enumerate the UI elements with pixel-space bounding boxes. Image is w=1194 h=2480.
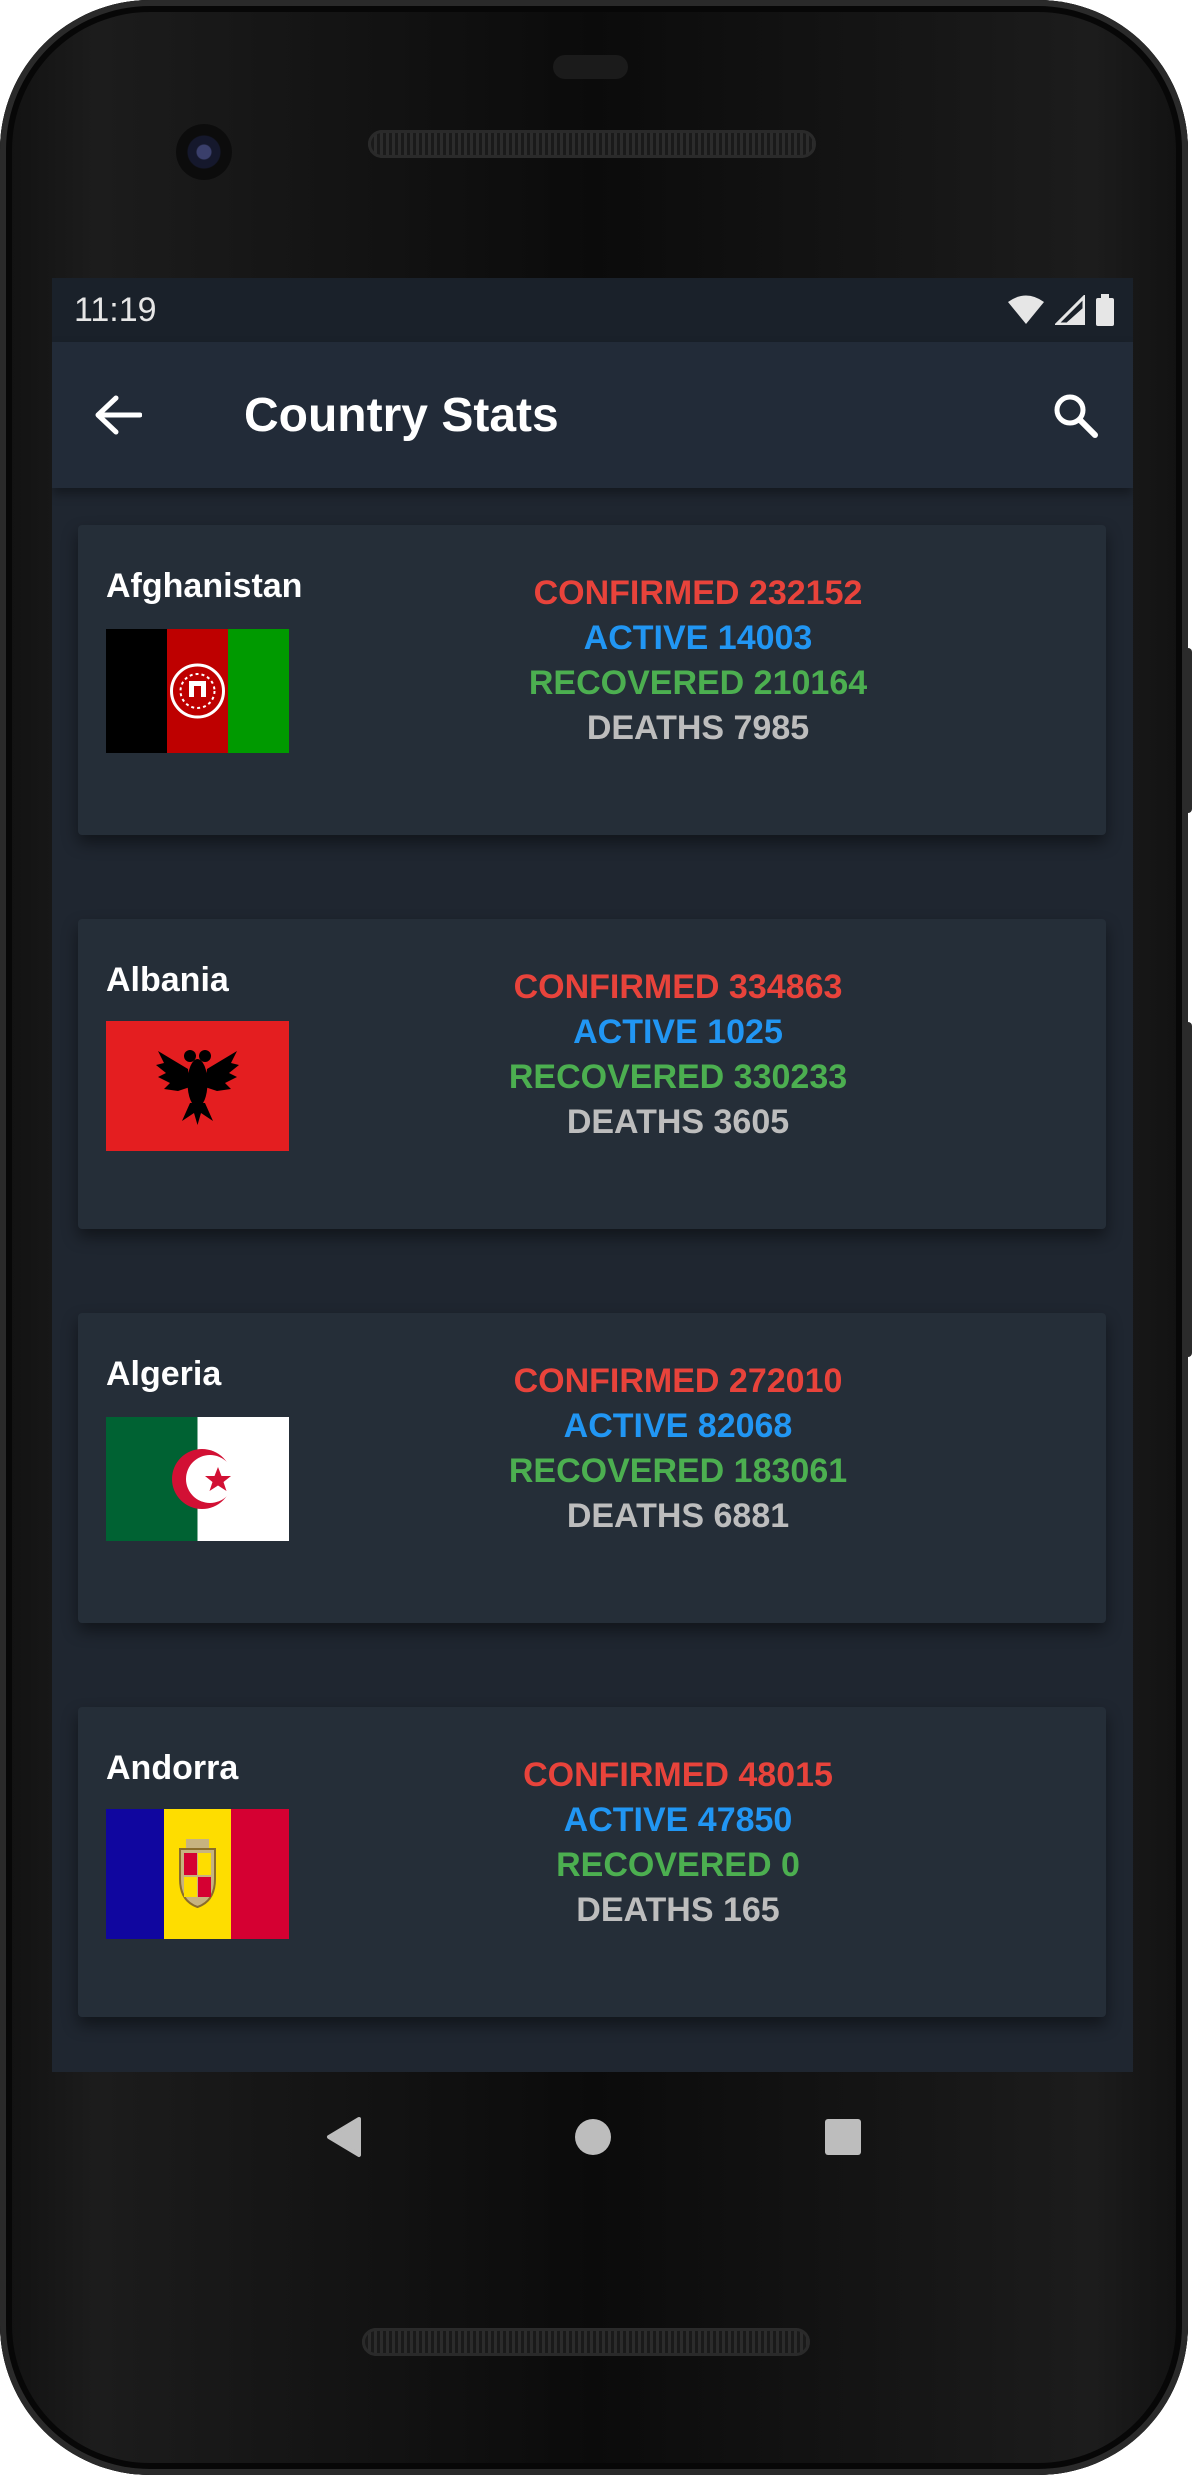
afghanistan-flag-icon bbox=[106, 629, 289, 753]
recovered-count: RECOVERED 183061 bbox=[508, 1452, 848, 1490]
active-count: ACTIVE 82068 bbox=[563, 1407, 793, 1445]
search-icon bbox=[1054, 394, 1098, 438]
earpiece-speaker bbox=[368, 130, 816, 158]
nav-recents-icon[interactable] bbox=[823, 2117, 863, 2157]
active-count: ACTIVE 1025 bbox=[573, 1013, 783, 1051]
status-icons bbox=[1007, 294, 1115, 326]
country-card-algeria[interactable]: Algeria CONFIRMED 272010 ACTIVE 82068 RE… bbox=[78, 1313, 1106, 1623]
active-count: ACTIVE 14003 bbox=[583, 619, 813, 657]
recovered-count: RECOVERED 330233 bbox=[508, 1058, 848, 1096]
phone-frame: 11:19 Country Stats Afghanistan CONFIRME… bbox=[0, 0, 1192, 2475]
confirmed-count: CONFIRMED 48015 bbox=[523, 1756, 833, 1794]
andorra-flag-icon bbox=[106, 1809, 289, 1939]
arrow-back-icon bbox=[95, 395, 142, 435]
status-bar: 11:19 bbox=[52, 278, 1133, 342]
navigation-bar bbox=[52, 2072, 1133, 2202]
country-stats: CONFIRMED 48015 ACTIVE 47850 RECOVERED 0… bbox=[478, 1753, 878, 1933]
nav-home-icon[interactable] bbox=[573, 2117, 613, 2157]
battery-icon bbox=[1096, 294, 1114, 326]
country-name: Algeria bbox=[106, 1355, 222, 1393]
deaths-count: DEATHS 7985 bbox=[586, 709, 810, 747]
top-sensor bbox=[553, 55, 628, 79]
nav-back-icon[interactable] bbox=[323, 2115, 363, 2159]
search-button[interactable] bbox=[1051, 391, 1099, 439]
country-name: Andorra bbox=[106, 1749, 239, 1787]
wifi-icon bbox=[1008, 295, 1044, 324]
country-card-afghanistan[interactable]: Afghanistan CONFIRMED 232152 ACTIVE 1400 bbox=[78, 525, 1106, 835]
active-count: ACTIVE 47850 bbox=[563, 1801, 793, 1839]
country-list[interactable]: Afghanistan CONFIRMED 232152 ACTIVE 1400 bbox=[52, 488, 1133, 2072]
volume-button bbox=[1183, 1022, 1192, 1357]
albania-flag-icon bbox=[106, 1021, 289, 1151]
status-time: 11:19 bbox=[74, 290, 157, 329]
country-card-albania[interactable]: Albania CONFIRMED 334863 ACTIVE 1025 REC… bbox=[78, 919, 1106, 1229]
app-bar: Country Stats bbox=[52, 342, 1133, 488]
power-button bbox=[1183, 648, 1192, 813]
country-name: Afghanistan bbox=[106, 567, 303, 605]
front-camera bbox=[176, 124, 232, 180]
country-stats: CONFIRMED 334863 ACTIVE 1025 RECOVERED 3… bbox=[478, 965, 878, 1145]
country-stats: CONFIRMED 272010 ACTIVE 82068 RECOVERED … bbox=[478, 1359, 878, 1539]
confirmed-count: CONFIRMED 272010 bbox=[513, 1362, 843, 1400]
recovered-count: RECOVERED 210164 bbox=[528, 664, 868, 702]
deaths-count: DEATHS 165 bbox=[576, 1891, 780, 1929]
recovered-count: RECOVERED 0 bbox=[556, 1846, 800, 1884]
country-card-andorra[interactable]: Andorra CONFIRMED 48015 ACTIVE 47850 REC… bbox=[78, 1707, 1106, 2017]
cellular-signal-icon bbox=[1055, 295, 1085, 325]
screen: 11:19 Country Stats Afghanistan CONFIRME… bbox=[52, 278, 1133, 2072]
page-title: Country Stats bbox=[244, 388, 559, 442]
confirmed-count: CONFIRMED 232152 bbox=[533, 574, 863, 612]
country-name: Albania bbox=[106, 961, 229, 999]
deaths-count: DEATHS 3605 bbox=[566, 1103, 790, 1141]
back-button[interactable] bbox=[94, 395, 174, 435]
confirmed-count: CONFIRMED 334863 bbox=[513, 968, 843, 1006]
country-stats: CONFIRMED 232152 ACTIVE 14003 RECOVERED … bbox=[498, 571, 898, 751]
bottom-speaker bbox=[362, 2328, 810, 2356]
deaths-count: DEATHS 6881 bbox=[566, 1497, 790, 1535]
algeria-flag-icon bbox=[106, 1417, 289, 1541]
